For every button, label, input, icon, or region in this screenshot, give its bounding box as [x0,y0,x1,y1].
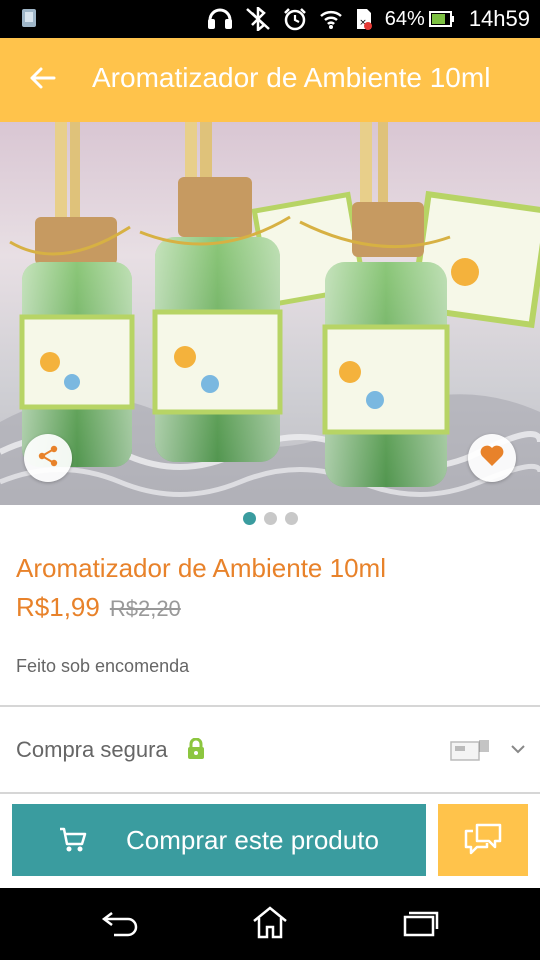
battery-icon [428,10,455,28]
share-button[interactable] [24,434,72,482]
bottle [299,122,451,487]
home-icon [251,905,289,944]
headset-icon [207,8,233,30]
pager-dot[interactable] [263,512,277,525]
cart-icon [58,826,88,859]
favorite-button[interactable] [468,434,516,482]
pager-dot[interactable] [242,512,256,525]
nav-back-button[interactable] [100,906,140,942]
secure-purchase-label: Compra segura [16,737,168,762]
pager-dot[interactable] [284,512,298,525]
share-icon [36,444,60,473]
old-price: R$2,20 [109,596,181,621]
secure-purchase-row[interactable]: Compra segura [0,708,540,792]
heart-icon [479,444,505,473]
bottle [9,122,135,467]
divider [0,705,540,707]
nav-home-button[interactable] [250,905,290,944]
nav-recents-button[interactable] [400,906,440,942]
arrow-left-icon [28,66,56,95]
product-photo[interactable] [0,122,540,505]
no-sim-icon: × [355,7,373,31]
product-photo-illustration [0,122,540,505]
battery-percent: 64% [384,7,425,30]
image-pager [0,512,540,525]
clock: 14h59 [468,6,530,31]
chat-bubbles-icon [463,821,503,860]
app-bar: Aromatizador de Ambiente 10ml [0,38,540,122]
availability-note: Feito sob encomenda [16,656,190,676]
recents-icon [401,907,439,942]
bottle [139,122,291,462]
chat-button[interactable] [438,804,528,876]
back-nav-icon [100,907,140,942]
buy-button-label: Comprar este produto [126,825,379,855]
product-title: Aromatizador de Ambiente 10ml [16,553,386,583]
status-bar: × 64% 14h59 [0,0,540,38]
current-price: R$1,99 [16,592,100,622]
notification-app-icon [20,8,38,33]
bluetooth-icon [245,7,271,31]
system-nav-bar [0,888,540,960]
alarm-icon [283,7,307,31]
status-icons: × 64% 14h59 [207,0,530,38]
page-title: Aromatizador de Ambiente 10ml [92,62,491,93]
wifi-icon [319,8,343,30]
divider [0,792,540,794]
buy-product-button[interactable]: Comprar este produto [12,804,426,876]
lock-icon [186,737,206,765]
payment-slip-icon [450,738,490,767]
back-button[interactable] [22,60,62,100]
battery-indicator: 64% [385,8,455,31]
price-row: R$1,99 R$2,20 [16,592,181,623]
chevron-down-icon [510,742,526,760]
